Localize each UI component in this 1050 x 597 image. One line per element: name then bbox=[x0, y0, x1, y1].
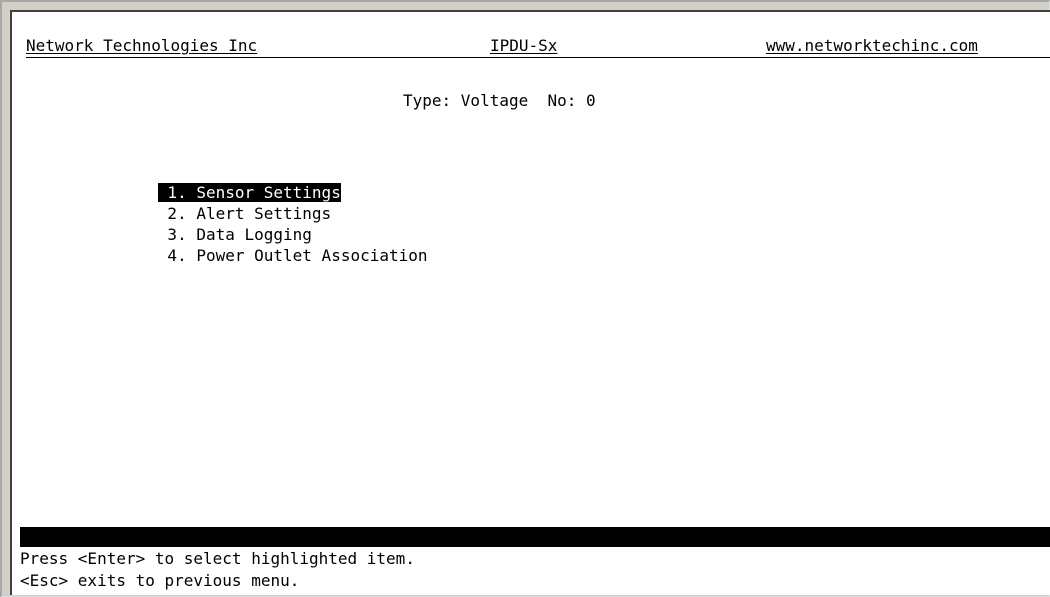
menu-item-alert-settings[interactable]: 2. Alert Settings bbox=[100, 184, 331, 223]
help-esc-instruction: <Esc> exits to previous menu. bbox=[20, 571, 300, 590]
website-link: www.networktechinc.com bbox=[766, 36, 978, 55]
menu-item-label: 4. Power Outlet Association bbox=[157, 246, 428, 265]
help-enter-instruction: Press <Enter> to select highlighted item… bbox=[20, 549, 415, 568]
menu-item-data-logging[interactable]: 3. Data Logging bbox=[100, 205, 312, 244]
menu-item-power-outlet-association[interactable]: 4. Power Outlet Association bbox=[100, 226, 427, 265]
terminal-screen[interactable]: Network Technologies Inc IPDU-Sx www.net… bbox=[10, 10, 1050, 595]
menu-item-sensor-settings[interactable]: 1. Sensor Settings bbox=[100, 163, 341, 202]
header-divider bbox=[26, 57, 1050, 58]
company-name: Network Technologies Inc bbox=[26, 36, 258, 55]
terminal-window-frame: Network Technologies Inc IPDU-Sx www.net… bbox=[0, 0, 1050, 597]
status-description-bar: Configure general settings for this sens… bbox=[20, 527, 1050, 566]
product-name: IPDU-Sx bbox=[490, 36, 558, 55]
sensor-type-info: Type: Voltage No: 0 bbox=[403, 91, 596, 110]
